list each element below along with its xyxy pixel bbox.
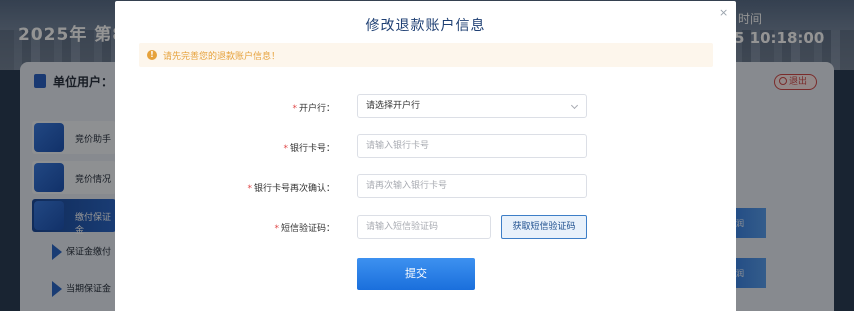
card-number-confirm-label: * 银行卡号再次确认：	[115, 181, 335, 194]
card-number-label-text: 银行卡号：	[289, 144, 335, 154]
alert-text: 请先完善您的退款账户信息！	[163, 52, 281, 62]
sms-code-input[interactable]: 请输入短信验证码	[357, 215, 491, 239]
bank-label-text: 开户行：	[298, 104, 335, 114]
card-number-label: * 银行卡号：	[115, 141, 335, 154]
card-number-confirm-placeholder: 请再次输入银行卡号	[366, 181, 448, 191]
warning-alert: ! 请先完善您的退款账户信息！	[139, 43, 713, 67]
sms-code-label: * 短信验证码：	[115, 221, 335, 234]
close-icon[interactable]: ×	[719, 6, 728, 19]
dialog-title: 修改退款账户信息	[365, 18, 486, 34]
sms-code-placeholder: 请输入短信验证码	[366, 222, 439, 232]
bank-select-value: 请选择开户行	[366, 101, 421, 111]
card-number-confirm-input[interactable]: 请再次输入银行卡号	[357, 174, 587, 198]
refund-account-dialog: 修改退款账户信息 × ! 请先完善您的退款账户信息！ * 开户行： 请选择开户行 …	[115, 1, 736, 311]
bank-label: * 开户行：	[115, 101, 335, 114]
get-sms-code-button[interactable]: 获取短信验证码	[501, 215, 587, 239]
warning-icon: !	[147, 50, 157, 60]
chevron-down-icon	[570, 101, 579, 110]
card-number-input[interactable]: 请输入银行卡号	[357, 134, 587, 158]
submit-button[interactable]: 提交	[357, 258, 475, 290]
card-number-placeholder: 请输入银行卡号	[366, 141, 430, 151]
required-mark: *	[247, 184, 252, 194]
required-mark: *	[292, 104, 297, 114]
required-mark: *	[283, 144, 288, 154]
card-number-confirm-label-text: 银行卡号再次确认：	[253, 184, 335, 194]
bank-select[interactable]: 请选择开户行	[357, 94, 587, 118]
sms-code-label-text: 短信验证码：	[280, 224, 335, 234]
required-mark: *	[274, 224, 279, 234]
